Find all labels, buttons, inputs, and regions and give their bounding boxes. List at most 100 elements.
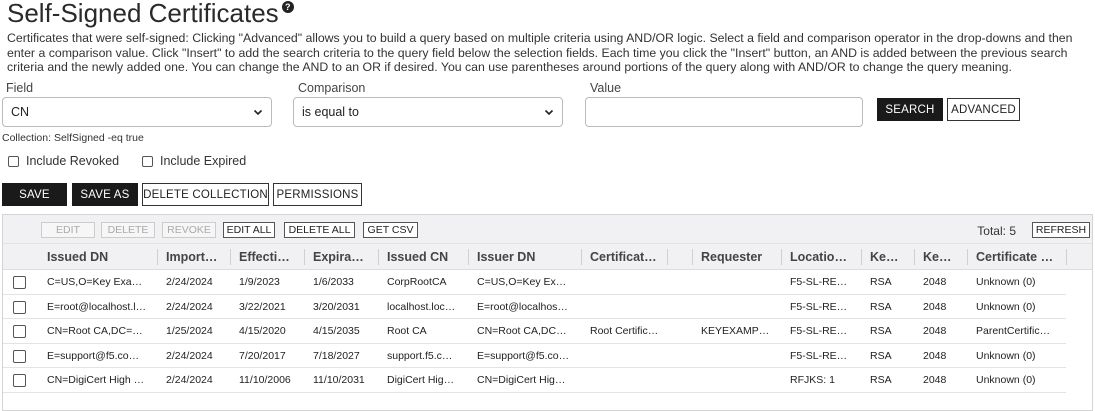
table-cell: Unknown (0) <box>976 349 1036 362</box>
table-cell: 2048 <box>923 349 947 362</box>
column-divider[interactable] <box>861 249 862 265</box>
comparison-select[interactable]: is equal to <box>293 97 563 127</box>
edit-button[interactable]: EDIT <box>41 222 95 238</box>
column-divider[interactable] <box>692 249 693 265</box>
delete-button[interactable]: DELETE <box>101 222 155 238</box>
include-revoked-label: Include Revoked <box>26 154 120 168</box>
revoke-button[interactable]: REVOKE <box>162 222 216 238</box>
delete-all-button[interactable]: DELETE ALL <box>284 222 355 238</box>
save-as-button[interactable]: SAVE AS <box>72 183 138 206</box>
column-divider[interactable] <box>378 249 379 265</box>
table-cell: E=support@f5.co… <box>477 349 570 362</box>
advanced-button[interactable]: ADVANCED <box>947 98 1020 121</box>
delete-collection-button[interactable]: DELETE COLLECTION <box>142 183 269 206</box>
table-cell: F5-SL-RE… <box>790 300 848 313</box>
search-button[interactable]: SEARCH <box>877 98 943 121</box>
column-header[interactable]: Certificat… <box>590 244 696 270</box>
column-header[interactable]: Ke… <box>870 244 918 270</box>
table-cell: E=root@localhos… <box>477 300 568 313</box>
column-divider[interactable] <box>468 249 469 265</box>
row-checkbox[interactable] <box>13 325 26 338</box>
table-cell <box>590 344 696 368</box>
table-cell: Unknown (0) <box>976 300 1036 313</box>
table-cell: localhost.loc… <box>387 300 456 313</box>
table-cell: RSA <box>870 300 892 313</box>
table-cell: 2/24/2024 <box>166 276 213 288</box>
column-header[interactable]: Issued CN <box>387 244 471 270</box>
table-cell: 11/10/2031 <box>313 374 365 386</box>
table-cell: RSA <box>870 374 892 386</box>
get-csv-button[interactable]: GET CSV <box>363 222 418 238</box>
table-cell: CN=DigiCert High … <box>47 374 145 386</box>
table-row[interactable]: C=US,O=Key Exa… 2/24/2024 1/9/2023 1/6/2033… <box>3 270 1066 295</box>
include-revoked-toggle[interactable]: Include Revoked <box>8 154 119 168</box>
table-cell: support.f5.c… <box>387 349 453 362</box>
table-cell: CN=Root CA,DC=… <box>47 325 143 337</box>
column-divider[interactable] <box>1066 249 1067 265</box>
column-header[interactable]: Requester <box>701 244 785 270</box>
comparison-label: Comparison <box>298 81 366 95</box>
column-divider[interactable] <box>967 249 968 265</box>
certificates-grid: EDIT DELETE REVOKE EDIT ALL DELETE ALL G… <box>2 214 1093 411</box>
table-cell: 1/9/2023 <box>239 276 280 288</box>
table-cell: C=US,O=Key Exa… <box>47 276 143 288</box>
field-label: Field <box>6 81 34 95</box>
column-divider[interactable] <box>914 249 915 265</box>
table-cell: 2/24/2024 <box>166 374 213 386</box>
table-cell <box>701 270 785 294</box>
table-cell: DigiCert Hig… <box>387 374 455 386</box>
row-checkbox[interactable] <box>13 276 26 289</box>
column-divider[interactable] <box>157 249 158 265</box>
column-header[interactable]: Locatio… <box>790 244 864 270</box>
column-divider[interactable] <box>581 249 582 265</box>
column-header[interactable]: Ke… <box>923 244 971 270</box>
table-row[interactable]: CN=DigiCert High … 2/24/2024 11/10/2006 11/… <box>3 368 1066 393</box>
grid-toolbar: EDIT DELETE REVOKE EDIT ALL DELETE ALL G… <box>3 215 1092 244</box>
column-divider[interactable] <box>304 249 305 265</box>
page-description: Certificates that were self-signed: Clic… <box>7 31 1073 74</box>
edit-all-button[interactable]: EDIT ALL <box>223 222 275 238</box>
page-header: Self-Signed Certificates ? <box>7 0 294 28</box>
field-select-value: CN <box>11 105 30 119</box>
permissions-button[interactable]: PERMISSIONS <box>273 183 362 206</box>
help-icon[interactable]: ? <box>281 1 294 13</box>
refresh-button[interactable]: REFRESH <box>1032 222 1090 238</box>
table-cell: 1/25/2024 <box>166 325 213 337</box>
column-header[interactable]: Effecti… <box>239 244 307 270</box>
column-divider[interactable] <box>781 249 782 265</box>
column-header[interactable]: Expira… <box>313 244 381 270</box>
table-cell: 1/6/2033 <box>313 276 354 288</box>
column-header[interactable]: Issued DN <box>47 244 160 270</box>
column-header[interactable]: Import… <box>166 244 234 270</box>
table-cell: CN=Root CA,DC… <box>477 325 567 337</box>
chevron-down-icon <box>253 109 263 116</box>
table-cell <box>590 368 696 392</box>
row-checkbox[interactable] <box>13 349 26 363</box>
value-input[interactable] <box>585 97 863 127</box>
table-cell: CN=DigiCert Hig… <box>477 374 566 386</box>
table-row[interactable]: CN=Root CA,DC=… 1/25/2024 4/15/2020 4/15/20… <box>3 319 1066 344</box>
grid-header: Issued DN Import… Effecti… Expira… Issued CN… <box>3 244 1092 270</box>
table-cell: RSA <box>870 325 892 337</box>
include-expired-toggle[interactable]: Include Expired <box>142 154 246 168</box>
column-header[interactable]: Certificate … <box>976 244 1062 270</box>
include-revoked-checkbox[interactable] <box>8 155 19 167</box>
table-cell: CorpRootCA <box>387 276 447 288</box>
table-row[interactable]: E=support@f5.co… 2/24/2024 7/20/2017 7/18/2… <box>3 344 1066 368</box>
column-divider[interactable] <box>230 249 231 265</box>
total-count: Total: 5 <box>977 224 1016 238</box>
table-cell: 2048 <box>923 374 947 386</box>
table-cell: 3/22/2021 <box>239 300 286 313</box>
table-cell: KEYEXAMP… <box>701 325 770 337</box>
include-expired-checkbox[interactable] <box>142 155 153 167</box>
table-cell: 2/24/2024 <box>166 300 213 313</box>
table-row[interactable]: E=root@localhost.l… 2/24/2024 3/22/2021 3/2… <box>3 295 1066 319</box>
column-header[interactable]: Issuer DN <box>477 244 585 270</box>
row-checkbox[interactable] <box>13 300 26 314</box>
column-divider[interactable] <box>667 249 668 265</box>
save-button[interactable]: SAVE <box>2 183 67 206</box>
row-checkbox[interactable] <box>13 374 26 387</box>
table-cell: F5-SL-RE… <box>790 325 848 337</box>
comparison-select-value: is equal to <box>302 105 359 119</box>
field-select[interactable]: CN <box>2 97 272 127</box>
